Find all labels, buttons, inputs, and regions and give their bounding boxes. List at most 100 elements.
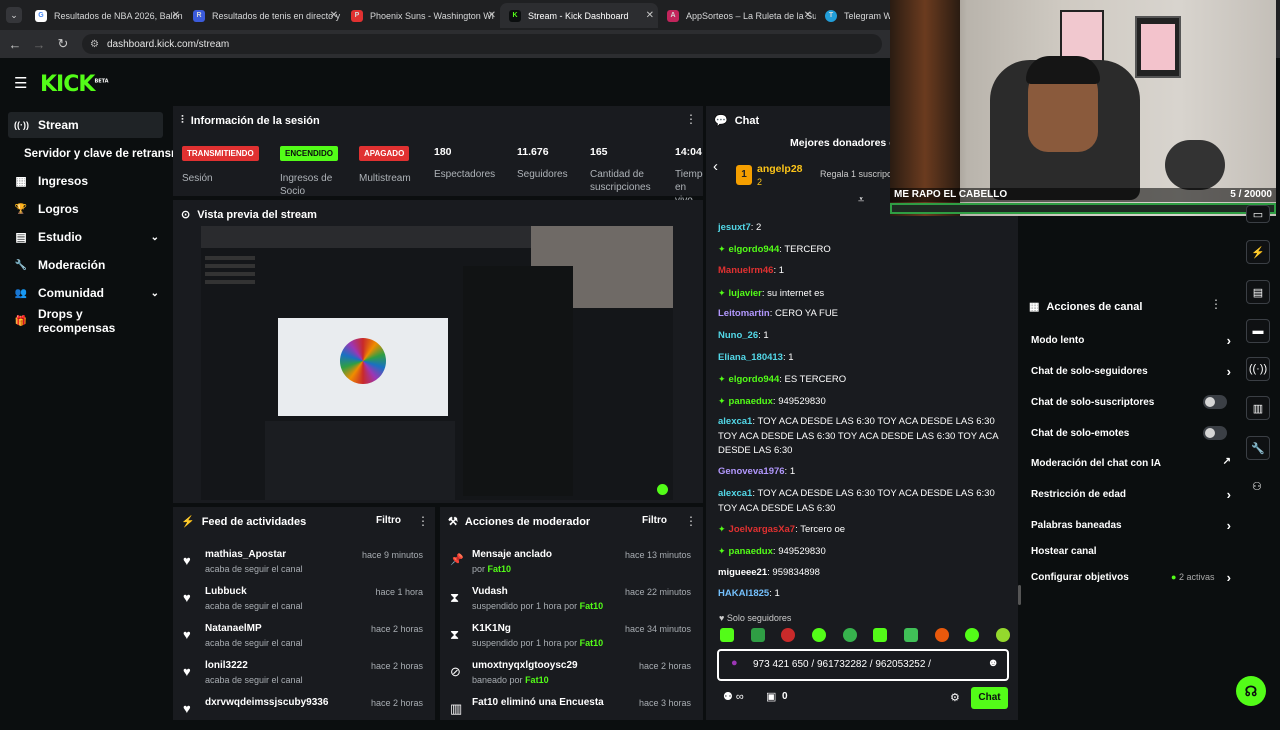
chevron-down-icon[interactable]: ⌄: [151, 288, 159, 299]
donor-name[interactable]: angelp28: [757, 163, 803, 175]
quick-action-button[interactable]: ⚡: [1246, 240, 1270, 264]
chat-username[interactable]: Nuno_26: [718, 330, 758, 341]
action-name[interactable]: K1K1Ng: [472, 623, 511, 634]
action-name[interactable]: umoxtnyqxlgtooysc29: [472, 660, 578, 671]
sidebar-item-drops[interactable]: 🎁 Drops y recompensas: [8, 307, 163, 335]
subscribers-only-toggle[interactable]: [1203, 395, 1227, 409]
filter-button[interactable]: Filtro: [642, 515, 667, 526]
goals-item[interactable]: Configurar objetivos ● 2 activas ›: [1031, 570, 1231, 585]
forward-icon[interactable]: →: [27, 37, 51, 52]
back-icon[interactable]: ←: [3, 37, 27, 52]
reload-icon[interactable]: ↻: [51, 36, 75, 52]
moderator-name[interactable]: Fat10: [525, 675, 549, 685]
emote-icon[interactable]: [965, 628, 980, 642]
tab-telegram[interactable]: T Telegram Web: [816, 3, 892, 28]
user-name[interactable]: NatanaelMP: [205, 623, 262, 634]
more-icon[interactable]: ⋮: [1210, 297, 1222, 311]
chat-username[interactable]: migueee21: [718, 567, 767, 578]
microphone-icon[interactable]: ●: [731, 657, 738, 669]
user-name[interactable]: Lubbuck: [205, 586, 247, 597]
chat-username[interactable]: lujavier: [729, 288, 762, 299]
chat-username[interactable]: elgordo944: [729, 244, 780, 255]
tab-appsorteos[interactable]: A AppSorteos – La Ruleta de la Su ✕: [658, 3, 816, 28]
banned-words-item[interactable]: Palabras baneadas ›: [1031, 518, 1231, 533]
emote-icon[interactable]: [750, 628, 765, 642]
user-name[interactable]: lonil3222: [205, 660, 248, 671]
chevron-down-icon[interactable]: ⌄: [151, 232, 159, 243]
chat-input[interactable]: ● 973 421 650 / 961732282 / 962053252 / …: [717, 649, 1009, 681]
moderator-name[interactable]: Fat10: [580, 638, 604, 648]
chat-username[interactable]: JoelvargasXa7: [729, 524, 796, 535]
moderator-name[interactable]: Fat10: [580, 601, 604, 611]
emote-icon[interactable]: [720, 628, 734, 642]
mod-tools-icon[interactable]: ⚉ ∞: [723, 690, 744, 703]
kick-logo[interactable]: KICKBETA: [40, 72, 109, 97]
chat-username[interactable]: alexca1: [718, 488, 752, 499]
emote-icon[interactable]: [903, 628, 918, 642]
chat-scrollbar[interactable]: [1018, 585, 1021, 605]
tab-nba[interactable]: G Resultados de NBA 2026, Balon ✕: [26, 3, 184, 28]
quick-action-button[interactable]: 🔧: [1246, 436, 1270, 460]
chat-username[interactable]: Manuelrm46: [718, 265, 773, 276]
chat-username[interactable]: jesuxt7: [718, 222, 751, 233]
chat-username[interactable]: panaedux: [729, 546, 773, 557]
chat-username[interactable]: panaedux: [729, 396, 773, 407]
more-icon[interactable]: ⋮: [685, 514, 697, 528]
tab-search-button[interactable]: ⌄: [6, 7, 22, 23]
support-button[interactable]: ☊: [1236, 676, 1266, 706]
close-icon[interactable]: ✕: [488, 10, 496, 21]
url-field[interactable]: ⚙ dashboard.kick.com/stream: [82, 34, 882, 54]
menu-icon[interactable]: ☰: [14, 74, 27, 92]
chevron-left-icon[interactable]: ‹: [713, 158, 718, 175]
tab-suns[interactable]: P Phoenix Suns - Washington Wi ✕: [342, 3, 500, 28]
emote-icon[interactable]: [995, 628, 1010, 642]
sidebar-item-server-key[interactable]: Servidor y clave de retransmisión: [18, 141, 178, 167]
age-restriction-item[interactable]: Restricción de edad ›: [1031, 487, 1231, 502]
chat-username[interactable]: Eliana_180413: [718, 352, 783, 363]
emote-icon[interactable]: [842, 628, 857, 642]
filter-button[interactable]: Filtro: [376, 515, 401, 526]
people-icon[interactable]: ⚇: [1252, 480, 1262, 493]
quick-action-button[interactable]: ▥: [1246, 396, 1270, 420]
chat-username[interactable]: alexca1: [718, 416, 752, 427]
chat-send-button[interactable]: Chat: [971, 687, 1008, 709]
user-name[interactable]: dxrvwqdeimssjscuby9336: [205, 697, 328, 708]
emote-icon[interactable]: [873, 628, 888, 642]
quick-action-button[interactable]: ((·)): [1246, 357, 1270, 381]
close-icon[interactable]: ✕: [330, 10, 338, 21]
sidebar-item-stream[interactable]: ((·)) Stream: [8, 112, 163, 138]
quick-action-button[interactable]: ▬: [1246, 319, 1270, 343]
tab-kick-dashboard[interactable]: K Stream - Kick Dashboard ✕: [500, 3, 658, 28]
site-info-icon[interactable]: ⚙: [90, 39, 99, 50]
sidebar-item-moderacion[interactable]: 🔧 Moderación: [8, 252, 163, 278]
filter-icon[interactable]: ⩡: [858, 194, 864, 207]
close-icon[interactable]: ✕: [646, 10, 654, 21]
more-icon[interactable]: ⋮: [685, 112, 697, 126]
chat-username[interactable]: elgordo944: [729, 374, 780, 385]
host-channel-item[interactable]: Hostear canal: [1031, 546, 1231, 557]
gear-icon[interactable]: ⚙: [950, 691, 960, 704]
chat-username[interactable]: Genoveva1976: [718, 466, 785, 477]
close-icon[interactable]: ✕: [804, 10, 812, 21]
emote-icon[interactable]: [781, 628, 796, 642]
emote-icon[interactable]: [934, 628, 949, 642]
more-icon[interactable]: ⋮: [417, 514, 429, 528]
action-name[interactable]: Vudash: [472, 586, 508, 597]
moderator-name[interactable]: Fat10: [488, 564, 512, 574]
sidebar-item-estudio[interactable]: ▤ Estudio ⌄: [8, 224, 163, 250]
emotes-only-toggle[interactable]: [1203, 426, 1227, 440]
ai-moderation-item[interactable]: Moderación del chat con IA ↗: [1031, 456, 1231, 469]
emoji-icon[interactable]: ☻: [987, 657, 999, 669]
user-name[interactable]: mathias_Apostar: [205, 549, 286, 560]
sidebar-item-ingresos[interactable]: ▦ Ingresos: [8, 168, 163, 194]
sidebar-item-logros[interactable]: 🏆 Logros: [8, 196, 163, 222]
slow-mode-item[interactable]: Modo lento ›: [1031, 333, 1231, 348]
followers-only-item[interactable]: Chat de solo-seguidores ›: [1031, 364, 1231, 379]
chat-username[interactable]: Leitomartin: [718, 308, 770, 319]
close-icon[interactable]: ✕: [172, 10, 180, 21]
chat-username[interactable]: HAKAI1825: [718, 588, 769, 599]
emote-icon[interactable]: [811, 628, 826, 642]
sidebar-item-comunidad[interactable]: 👥 Comunidad ⌄: [8, 280, 163, 306]
stream-preview-video[interactable]: [201, 226, 673, 500]
quick-action-button[interactable]: ▤: [1246, 280, 1270, 304]
